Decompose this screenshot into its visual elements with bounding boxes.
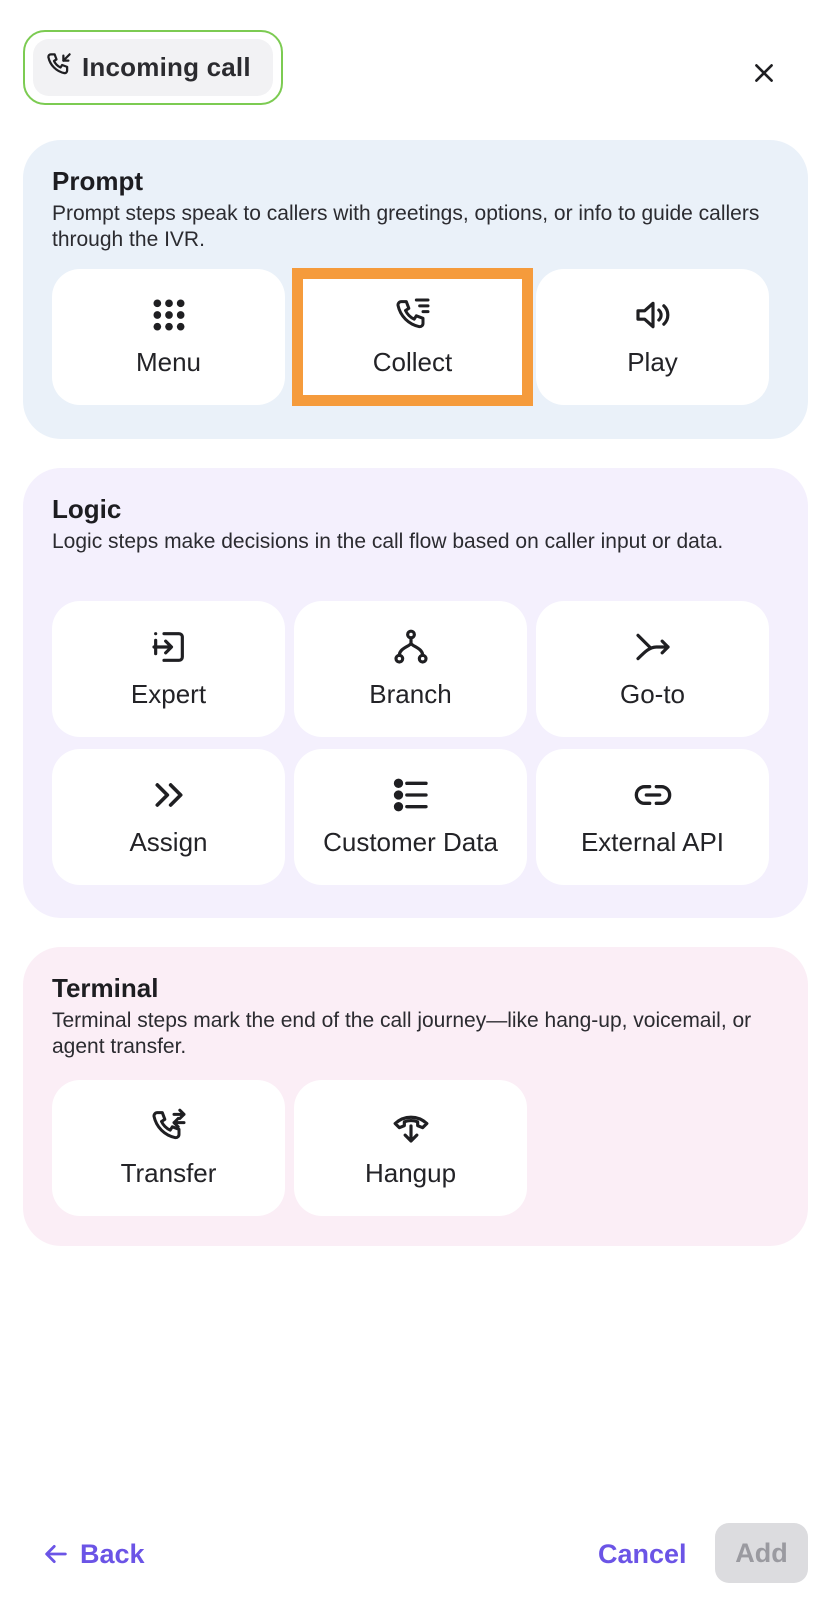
branch-icon bbox=[393, 629, 428, 664]
tile-customer-data[interactable]: Customer Data bbox=[294, 749, 527, 885]
terminal-section-title: Terminal bbox=[52, 973, 159, 1003]
tile-menu-label: Menu bbox=[135, 347, 202, 377]
tile-play-label: Play bbox=[627, 347, 678, 377]
tile-external-api[interactable]: External API bbox=[536, 749, 769, 885]
incoming-call-chip-inner: Incoming call bbox=[33, 39, 273, 96]
phone-transfer-icon bbox=[152, 1108, 185, 1140]
merge-arrow-icon bbox=[635, 633, 670, 661]
tile-customer-data-label: Customer Data bbox=[323, 827, 498, 857]
prompt-section-title: Prompt bbox=[52, 166, 143, 196]
prompt-section-description: Prompt steps speak to callers with greet… bbox=[52, 202, 760, 251]
logic-section: Logic Logic steps make decisions in the … bbox=[23, 468, 808, 918]
logic-section-description: Logic steps make decisions in the call f… bbox=[52, 530, 724, 553]
grid-dots-icon bbox=[153, 299, 184, 331]
prompt-section: Prompt Prompt steps speak to callers wit… bbox=[23, 140, 808, 439]
tile-assign[interactable]: Assign bbox=[52, 749, 285, 885]
logic-section-title: Logic bbox=[52, 494, 122, 524]
tile-expert[interactable]: Expert bbox=[52, 601, 285, 737]
footer-bar: Back Cancel Add bbox=[0, 1523, 830, 1585]
add-button[interactable]: Add bbox=[715, 1523, 808, 1583]
close-button[interactable] bbox=[743, 52, 785, 94]
back-button[interactable]: Back bbox=[42, 1523, 145, 1585]
list-icon bbox=[393, 778, 428, 812]
phone-incoming-icon bbox=[44, 50, 74, 85]
tile-menu[interactable]: Menu bbox=[52, 269, 285, 405]
incoming-call-chip[interactable]: Incoming call bbox=[23, 30, 283, 105]
tile-assign-label: Assign bbox=[129, 827, 208, 857]
tile-branch[interactable]: Branch bbox=[294, 601, 527, 737]
arrow-left-icon bbox=[45, 1545, 67, 1563]
tile-external-api-label: External API bbox=[580, 827, 725, 857]
speaker-icon bbox=[635, 301, 669, 329]
tile-expert-label: Expert bbox=[130, 679, 207, 709]
tile-collect[interactable]: Collect bbox=[292, 268, 533, 406]
incoming-call-label: Incoming call bbox=[82, 52, 251, 82]
sign-in-box-icon bbox=[151, 632, 184, 662]
terminal-section-description: Terminal steps mark the end of the call … bbox=[52, 1009, 752, 1058]
back-button-label: Back bbox=[80, 1538, 145, 1569]
tile-go-to-label: Go-to bbox=[619, 679, 686, 709]
tile-branch-label: Branch bbox=[369, 679, 452, 709]
tile-play[interactable]: Play bbox=[536, 269, 769, 405]
cancel-button[interactable]: Cancel bbox=[598, 1523, 687, 1585]
link-icon bbox=[634, 785, 671, 805]
phone-list-icon bbox=[396, 298, 429, 329]
double-chevron-right-icon bbox=[155, 783, 182, 807]
tile-go-to[interactable]: Go-to bbox=[536, 601, 769, 737]
tile-transfer[interactable]: Transfer bbox=[52, 1080, 285, 1216]
step-picker-panel: Incoming call Prompt Prompt steps speak … bbox=[0, 0, 830, 1601]
close-icon bbox=[755, 64, 773, 82]
phone-hangup-icon bbox=[393, 1115, 428, 1143]
tile-hangup[interactable]: Hangup bbox=[294, 1080, 527, 1216]
tile-transfer-label: Transfer bbox=[120, 1158, 217, 1188]
tile-collect-label: Collect bbox=[372, 347, 453, 377]
terminal-section: Terminal Terminal steps mark the end of … bbox=[23, 947, 808, 1246]
tile-hangup-label: Hangup bbox=[364, 1158, 457, 1188]
